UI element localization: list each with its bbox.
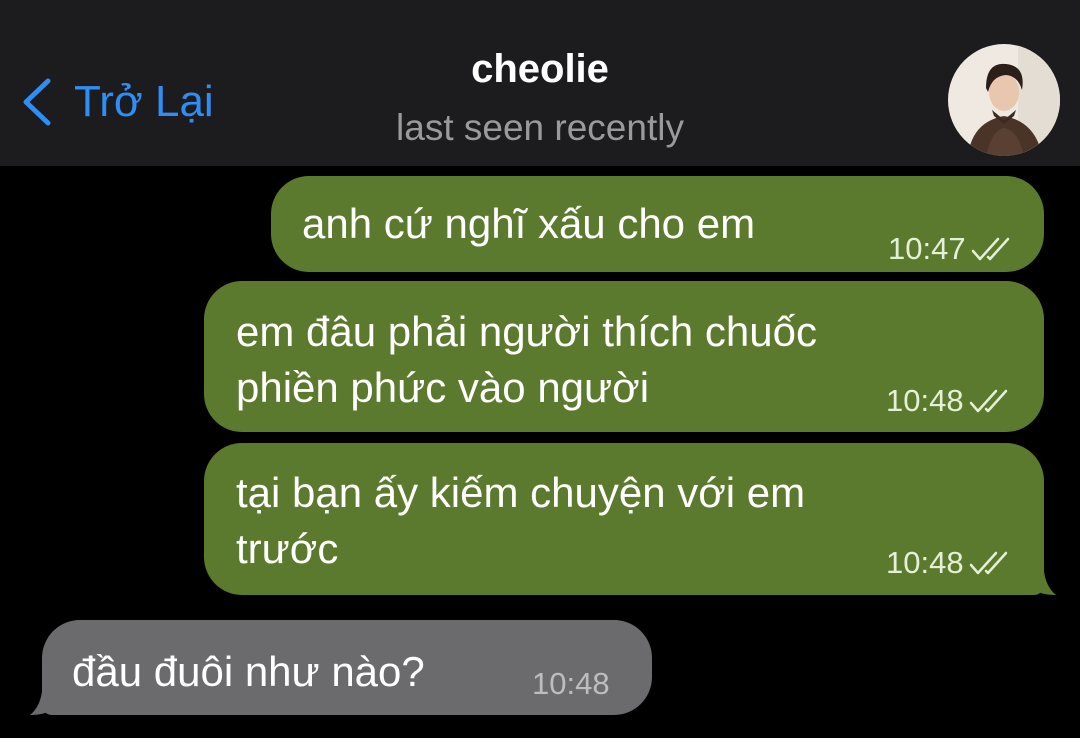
message-meta: 10:48 <box>886 381 1012 421</box>
message-list[interactable]: anh cứ nghĩ xấu cho em 10:47 em đâu phải… <box>0 166 1080 738</box>
message-text: đầu đuôi như nào? <box>72 648 425 695</box>
chat-status: last seen recently <box>396 107 684 148</box>
message-bubble-outgoing[interactable]: em đâu phải người thích chuốc phiền phức… <box>204 281 1044 432</box>
avatar-image <box>948 44 1060 156</box>
message-bubble-outgoing[interactable]: tại bạn ấy kiếm chuyện với em trước 10:4… <box>204 443 1044 595</box>
bubble-tail-incoming <box>30 691 52 715</box>
back-button[interactable]: Trở Lại <box>20 74 214 130</box>
message-time: 10:48 <box>886 545 964 580</box>
message-text: tại bạn ấy kiếm chuyện với em trước <box>236 469 806 572</box>
avatar[interactable] <box>948 44 1060 156</box>
chat-name: cheolie <box>471 47 609 91</box>
message-meta: 10:48 <box>886 543 1012 583</box>
chevron-left-icon <box>23 78 51 126</box>
chat-header: Trở Lại cheolie last seen recently <box>0 0 1080 166</box>
chat-title-block[interactable]: cheolie last seen recently <box>290 40 790 154</box>
double-check-icon <box>969 551 1007 575</box>
message-time: 10:48 <box>886 383 964 418</box>
message-meta: 10:48 <box>532 664 610 704</box>
message-text: anh cứ nghĩ xấu cho em <box>302 200 756 247</box>
message-bubble-outgoing[interactable]: anh cứ nghĩ xấu cho em 10:47 <box>271 176 1044 272</box>
message-meta: 10:47 <box>888 229 1014 269</box>
message-bubble-incoming[interactable]: đầu đuôi như nào? 10:48 <box>42 620 652 715</box>
message-time: 10:47 <box>888 231 966 266</box>
double-check-icon <box>969 389 1007 413</box>
message-time: 10:48 <box>532 666 610 701</box>
double-check-icon <box>971 237 1009 261</box>
bubble-tail-outgoing <box>1034 571 1056 595</box>
back-label: Trở Lại <box>74 77 214 126</box>
message-text: em đâu phải người thích chuốc phiền phức… <box>236 308 818 411</box>
